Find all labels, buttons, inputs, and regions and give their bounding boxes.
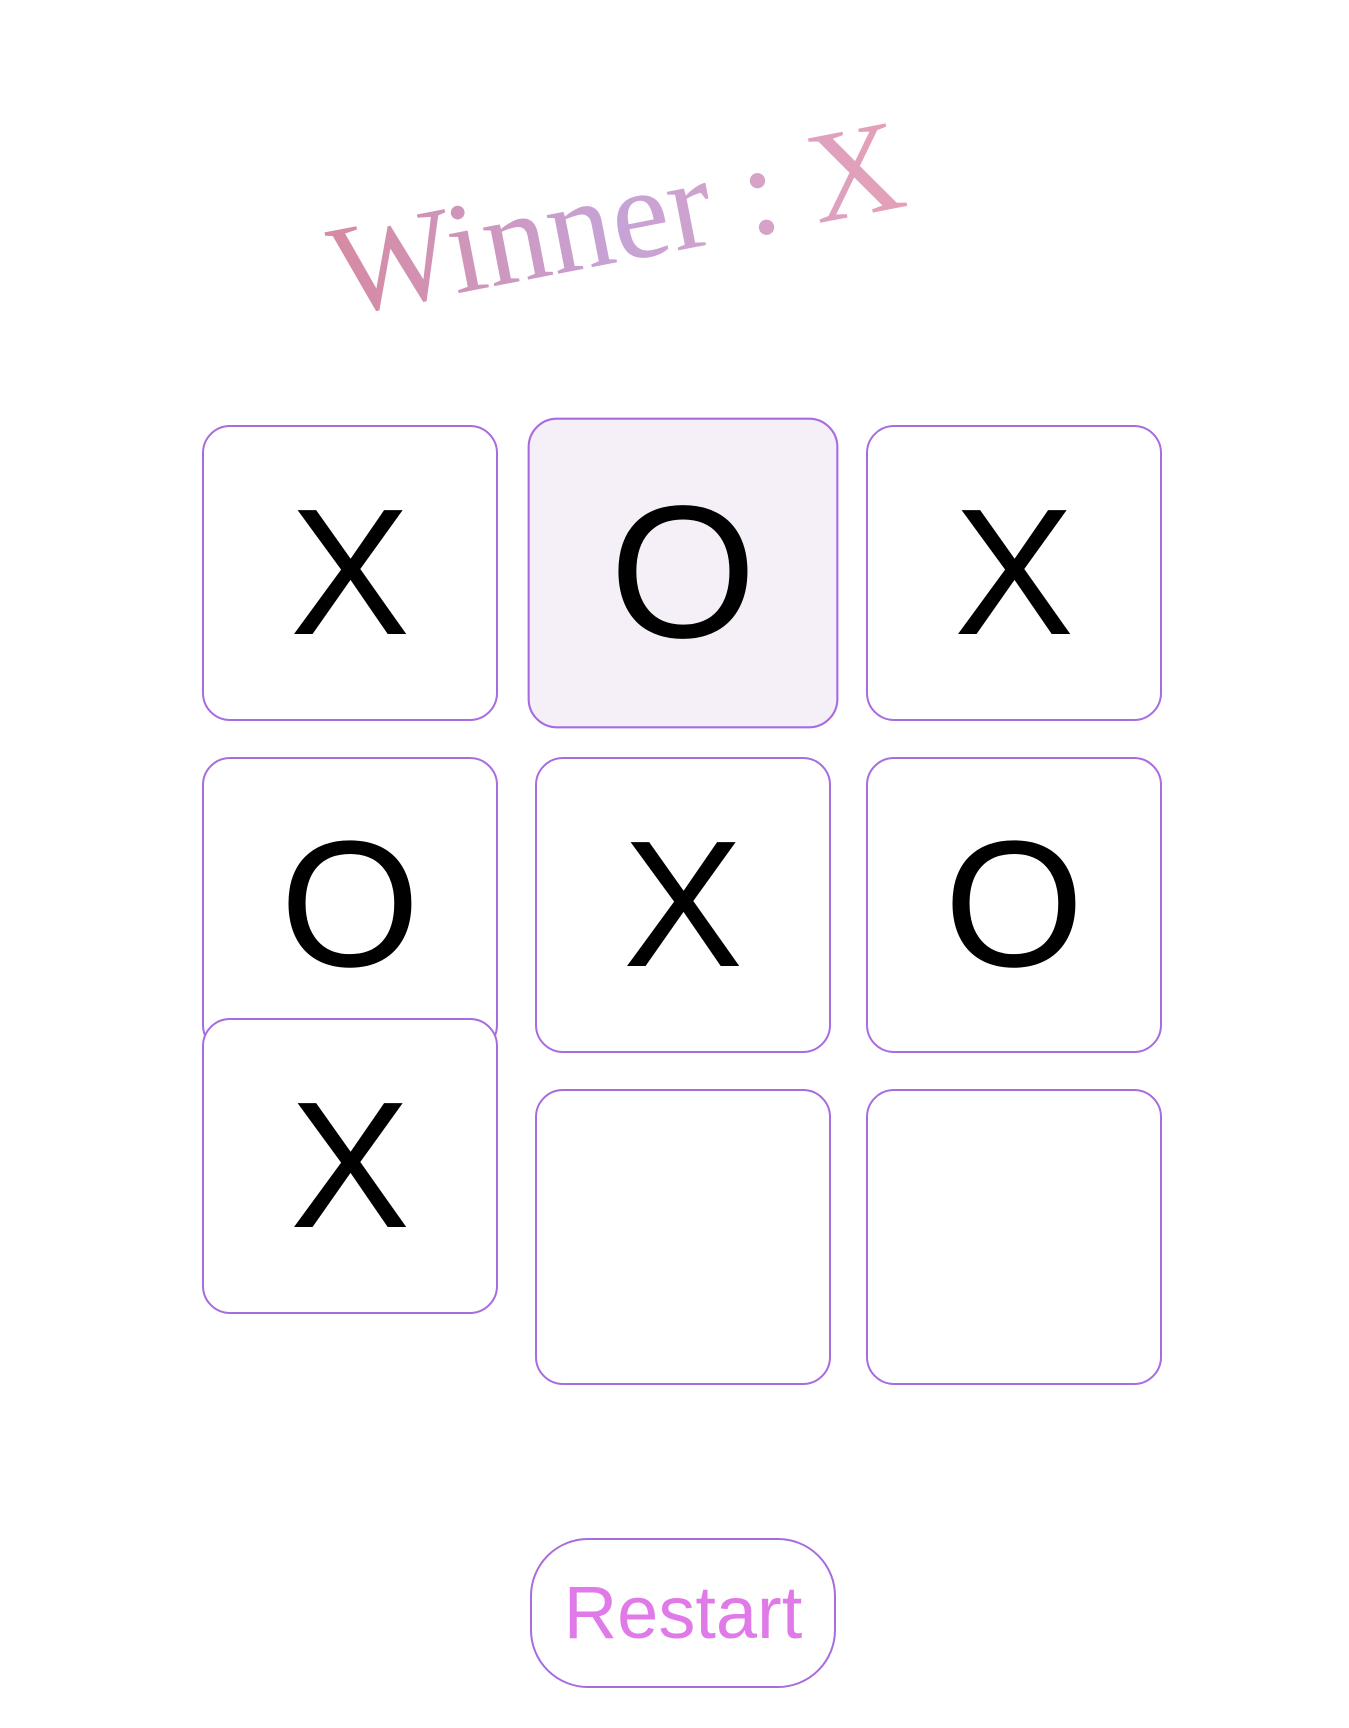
- board-cell-5[interactable]: X: [535, 757, 831, 1053]
- board-cell-2[interactable]: O: [527, 417, 839, 729]
- restart-button[interactable]: Restart: [530, 1538, 836, 1688]
- cell-mark: X: [953, 472, 1075, 673]
- board-cell-3[interactable]: X: [866, 425, 1162, 721]
- board-cell-4[interactable]: O: [202, 757, 498, 1053]
- cell-mark: X: [289, 1065, 411, 1266]
- board-cell-7[interactable]: X: [202, 1018, 498, 1314]
- title-area: Winner : X: [318, 55, 1040, 345]
- board-cell-6[interactable]: O: [866, 757, 1162, 1053]
- board-cell-8[interactable]: [535, 1089, 831, 1385]
- cell-mark: O: [279, 804, 420, 1005]
- cell-mark: X: [289, 472, 411, 673]
- winner-title: Winner : X: [318, 92, 916, 345]
- board-cell-9[interactable]: [866, 1089, 1162, 1385]
- cell-mark: O: [609, 466, 757, 678]
- cell-mark: X: [622, 804, 744, 1005]
- cell-mark: O: [943, 804, 1084, 1005]
- board-cell-1[interactable]: X: [202, 425, 498, 721]
